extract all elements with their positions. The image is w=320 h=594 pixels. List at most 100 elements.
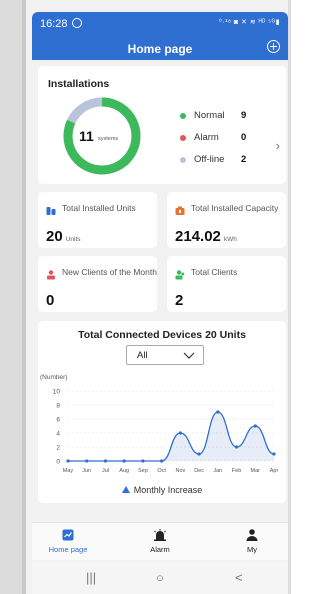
x-tick-label: Feb [232,468,241,474]
installations-legend: Normal 9 Alarm 0 Off-line 2 [180,108,270,174]
clients-icon [175,270,185,280]
page-title: Home page [127,42,193,56]
alarm-dot-icon [180,135,186,141]
status-icons: ⁰·¹⁸ ◙ ✕ ≋ ᴴᴰ ⁵ᴳ▮ [219,19,280,26]
legend-count: 2 [241,154,247,165]
left-frame [0,0,26,594]
chart-icon [62,529,74,541]
data-point [178,431,182,435]
chart-legend: Monthly Increase [38,485,286,495]
recent-apps-button[interactable]: ||| [86,570,96,585]
right-frame [288,0,291,594]
stat-value: 20 Units [46,228,81,245]
triangle-icon [121,486,130,493]
data-point [66,459,70,463]
y-tick-label: 8 [56,403,60,410]
y-axis-label: (Number) [40,374,67,381]
data-point [216,410,220,414]
installed-capacity-card[interactable]: Total Installed Capacity 214.02 kWh [167,192,286,248]
data-point [122,459,126,463]
monthly-line-chart: (Number) 0 2 4 6 8 10 May Jun Jul Aug Sep Oct Nov Dec J… [40,374,279,474]
legend-count: 0 [241,132,247,143]
installations-card[interactable]: Installations 11 systems Normal 9 Alarm … [38,66,286,184]
alarm-icon [154,529,166,541]
legend-label: Normal [194,110,225,121]
tab-home[interactable]: Home page [38,529,98,554]
devices-icon [46,207,56,215]
data-point [160,459,164,463]
new-clients-card[interactable]: New Clients of the Month 0 [38,256,157,312]
x-tick-label: Mar [251,468,261,474]
x-tick-label: Jan [213,468,222,474]
y-tick-label: 0 [56,459,60,466]
series-area [68,412,274,461]
device-filter-select[interactable]: All [126,345,204,365]
data-point [253,424,257,428]
legend-label: Alarm [194,132,219,143]
installations-donut-chart: 11 systems [63,97,141,175]
tab-label: Alarm [150,545,170,554]
chevron-right-icon[interactable]: › [276,138,280,153]
home-button[interactable]: ○ [156,570,164,585]
stat-label: Total Installed Units [62,203,136,213]
value-text: 20 [46,228,63,245]
chart-title: Total Connected Devices 20 Units [78,329,246,341]
tab-my[interactable]: My [222,529,282,554]
legend-label: Off-line [194,154,225,165]
x-tick-label: Apr [270,468,279,474]
legend-label: Monthly Increase [133,485,203,495]
back-button[interactable]: < [235,570,243,585]
new-client-icon [47,270,55,280]
unit-text: kWh [223,236,237,243]
chevron-down-icon [183,352,195,359]
tab-alarm[interactable]: Alarm [130,529,190,554]
stat-label: Total Installed Capacity [191,203,279,213]
value-text: 214.02 [175,228,221,245]
data-point [141,459,145,463]
tab-label: My [247,545,257,554]
legend-normal: Normal 9 [180,108,270,130]
x-tick-label: Oct [157,468,166,474]
normal-dot-icon [180,113,186,119]
installations-title: Installations [48,78,110,90]
x-tick-label: Jun [82,468,91,474]
offline-dot-icon [180,157,186,163]
y-tick-label: 6 [56,417,60,424]
total-clients-card[interactable]: Total Clients 2 [167,256,286,312]
select-value: All [137,350,148,361]
battery-icon [175,206,185,215]
x-tick-label: Dec [194,468,204,474]
stat-value: 214.02 kWh [175,228,237,245]
x-tick-label: May [63,468,74,474]
y-tick-label: 4 [56,431,60,438]
stat-value: 2 [175,292,184,309]
status-time: 16:28 [40,18,68,30]
tab-label: Home page [48,545,88,554]
x-tick-label: Aug [119,468,129,474]
system-nav-bar: ||| ○ < [32,562,288,594]
phone-screen: 16:28 ⁰·¹⁸ ◙ ✕ ≋ ᴴᴰ ⁵ᴳ▮ Home page Instal… [26,0,288,594]
status-notification-icon [72,18,82,28]
y-tick-label: 2 [56,445,60,452]
data-point [234,445,239,449]
stat-value: 0 [46,292,55,309]
stat-label: New Clients of the Month [62,267,157,277]
connected-devices-card: Total Connected Devices 20 Units All (Nu… [38,321,286,503]
legend-count: 9 [241,110,247,121]
person-icon [246,529,258,541]
add-icon[interactable] [267,40,280,53]
app-header: 16:28 ⁰·¹⁸ ◙ ✕ ≋ ᴴᴰ ⁵ᴳ▮ Home page [32,12,288,60]
bottom-tab-bar: Home page Alarm My [32,522,288,560]
data-point [272,452,276,456]
data-point [85,459,89,463]
legend-offline: Off-line 2 [180,152,270,174]
x-tick-label: Nov [175,468,185,474]
y-tick-label: 10 [53,389,61,396]
unit-text: Units [65,236,81,243]
data-point [197,452,201,456]
donut-total-unit: systems [98,136,118,142]
installed-units-card[interactable]: Total Installed Units 20 Units [38,192,157,248]
data-point [103,459,108,463]
donut-total-value: 11 [79,128,94,144]
legend-alarm: Alarm 0 [180,130,270,152]
